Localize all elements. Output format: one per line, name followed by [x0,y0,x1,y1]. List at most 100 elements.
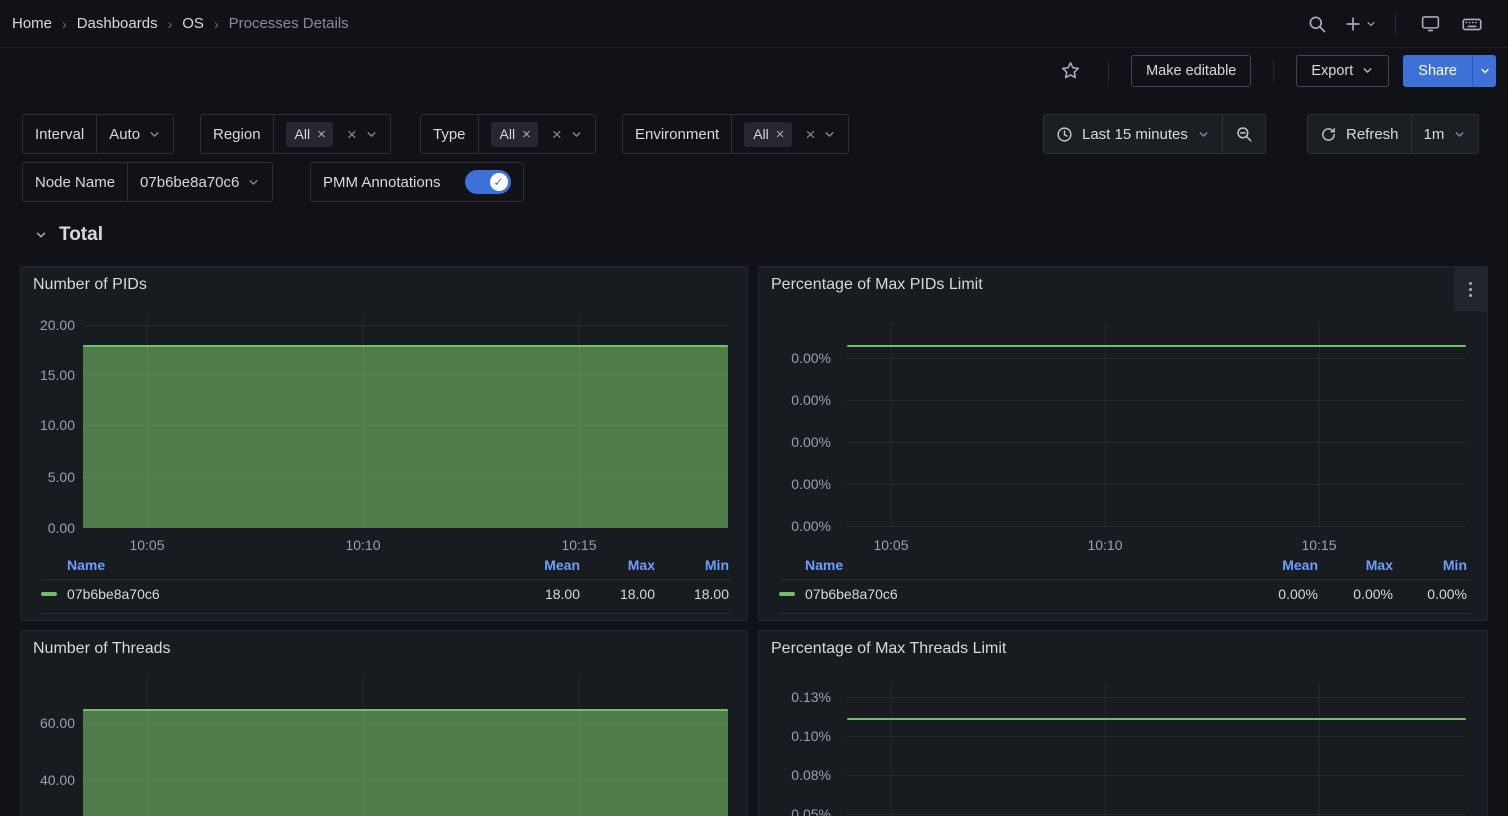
breadcrumb-home[interactable]: Home [12,15,52,32]
gridline [847,442,1466,443]
breadcrumb-os[interactable]: OS [182,15,204,32]
share-split-button: Share [1403,55,1496,87]
panel-title[interactable]: Percentage of Max Threads Limit [771,640,1006,658]
legend-col-mean[interactable]: Mean [544,557,580,573]
divider [1395,13,1396,35]
legend-min-value: 18.00 [694,586,729,602]
y-axis-tick: 15.00 [21,367,75,383]
legend-col-mean[interactable]: Mean [1282,557,1318,573]
gridline [891,683,892,816]
chevron-down-icon[interactable] [365,128,378,141]
chevron-down-icon [1365,18,1377,30]
y-axis-tick: 0.00% [759,518,831,534]
panel-number-of-pids: Number of PIDs 20.00 15.00 10.00 5.00 0.… [20,266,748,621]
type-label: Type [421,115,479,153]
star-icon[interactable] [1054,55,1086,87]
refresh-interval-value: 1m [1424,126,1445,143]
gridline [847,526,1466,527]
legend-col-max[interactable]: Max [628,557,655,573]
pmm-annotations-toggle[interactable]: ✓ [465,170,511,194]
node-name-label: Node Name [23,163,128,201]
legend-col-min[interactable]: Min [705,557,729,573]
breadcrumb-current-page: Processes Details [229,15,349,32]
panel-title[interactable]: Number of Threads [33,640,171,658]
legend-series-name[interactable]: 07b6be8a70c6 [805,586,898,602]
panel-title[interactable]: Number of PIDs [33,276,147,294]
dashboard-actions-bar: Make editable Export Share [0,48,1508,94]
gridline [847,697,1466,698]
gridline [847,736,1466,737]
legend-series-name[interactable]: 07b6be8a70c6 [67,586,160,602]
share-menu-caret[interactable] [1472,55,1496,87]
toggle-check-icon: ✓ [490,173,508,191]
time-range-picker[interactable]: Last 15 minutes [1044,115,1222,153]
share-button[interactable]: Share [1403,55,1472,87]
search-icon[interactable] [1301,8,1333,40]
keyboard-shortcuts-icon[interactable] [1456,8,1488,40]
dashboard-screen: Home › Dashboards › OS › Processes Detai… [0,0,1508,816]
legend-max-value: 18.00 [620,586,655,602]
x-axis-tick: 10:05 [117,537,177,553]
new-dashboard-button[interactable] [1343,14,1377,34]
region-chip-all[interactable]: All × [286,122,333,147]
clear-selection-icon[interactable]: × [806,126,816,143]
x-axis-tick: 10:05 [861,537,921,553]
clear-selection-icon[interactable]: × [552,126,562,143]
refresh-interval-select[interactable]: 1m [1411,115,1479,153]
chevron-down-icon [34,228,48,242]
refresh-controls: Refresh 1m [1307,114,1479,154]
y-axis-tick: 0.08% [759,767,831,783]
panel-menu-button[interactable] [1454,267,1487,311]
breadcrumb-dashboards[interactable]: Dashboards [77,15,158,32]
refresh-button[interactable]: Refresh [1308,115,1411,153]
time-range-label: Last 15 minutes [1082,126,1188,143]
zoom-out-time-range-button[interactable] [1222,115,1265,153]
legend-separator [41,613,731,614]
chevron-down-icon[interactable] [570,128,583,141]
gridline [1105,322,1106,526]
kiosk-mode-icon[interactable] [1414,8,1446,40]
type-chip-all[interactable]: All × [491,122,538,147]
y-axis-tick: 0.10% [759,728,831,744]
environment-select[interactable]: All × × [732,122,848,147]
environment-variable: Environment All × × [622,114,849,154]
gridline [847,484,1466,485]
divider [1108,60,1109,82]
interval-variable: Interval Auto [22,114,174,154]
series-line [847,718,1466,720]
chip-remove-icon[interactable]: × [317,127,326,142]
y-axis-tick: 0.00 [21,520,75,536]
row-total-collapse[interactable]: Total [34,224,103,246]
interval-select[interactable]: Auto [97,126,173,143]
environment-chip-label: All [753,126,769,142]
chevron-down-icon [1479,65,1491,77]
chevron-down-icon[interactable] [823,128,836,141]
y-axis-tick: 0.00% [759,434,831,450]
pmm-annotations-label: PMM Annotations [311,163,453,201]
legend-col-name[interactable]: Name [805,557,843,573]
type-select[interactable]: All × × [479,122,595,147]
x-axis-tick: 10:10 [333,537,393,553]
export-button[interactable]: Export [1296,55,1389,87]
nav-icon-cluster [1301,8,1488,40]
make-editable-button[interactable]: Make editable [1131,55,1251,87]
legend-col-name[interactable]: Name [67,557,105,573]
chip-remove-icon[interactable]: × [776,127,785,142]
legend-col-min[interactable]: Min [1443,557,1467,573]
legend-max-value: 0.00% [1353,586,1393,602]
region-label: Region [201,115,274,153]
series-line [847,345,1466,347]
region-select[interactable]: All × × [274,122,390,147]
environment-chip-all[interactable]: All × [744,122,791,147]
gridline [847,400,1466,401]
clear-selection-icon[interactable]: × [347,126,357,143]
y-axis-tick: 0.13% [759,689,831,705]
chevron-down-icon [1197,128,1210,141]
legend-separator [41,579,731,580]
chip-remove-icon[interactable]: × [522,127,531,142]
node-name-select[interactable]: 07b6be8a70c6 [128,174,272,191]
panel-pct-max-pids-limit: Percentage of Max PIDs Limit 0.00% 0.00%… [758,266,1488,621]
zoom-out-icon [1235,125,1253,143]
legend-col-max[interactable]: Max [1366,557,1393,573]
panel-title[interactable]: Percentage of Max PIDs Limit [771,276,983,294]
